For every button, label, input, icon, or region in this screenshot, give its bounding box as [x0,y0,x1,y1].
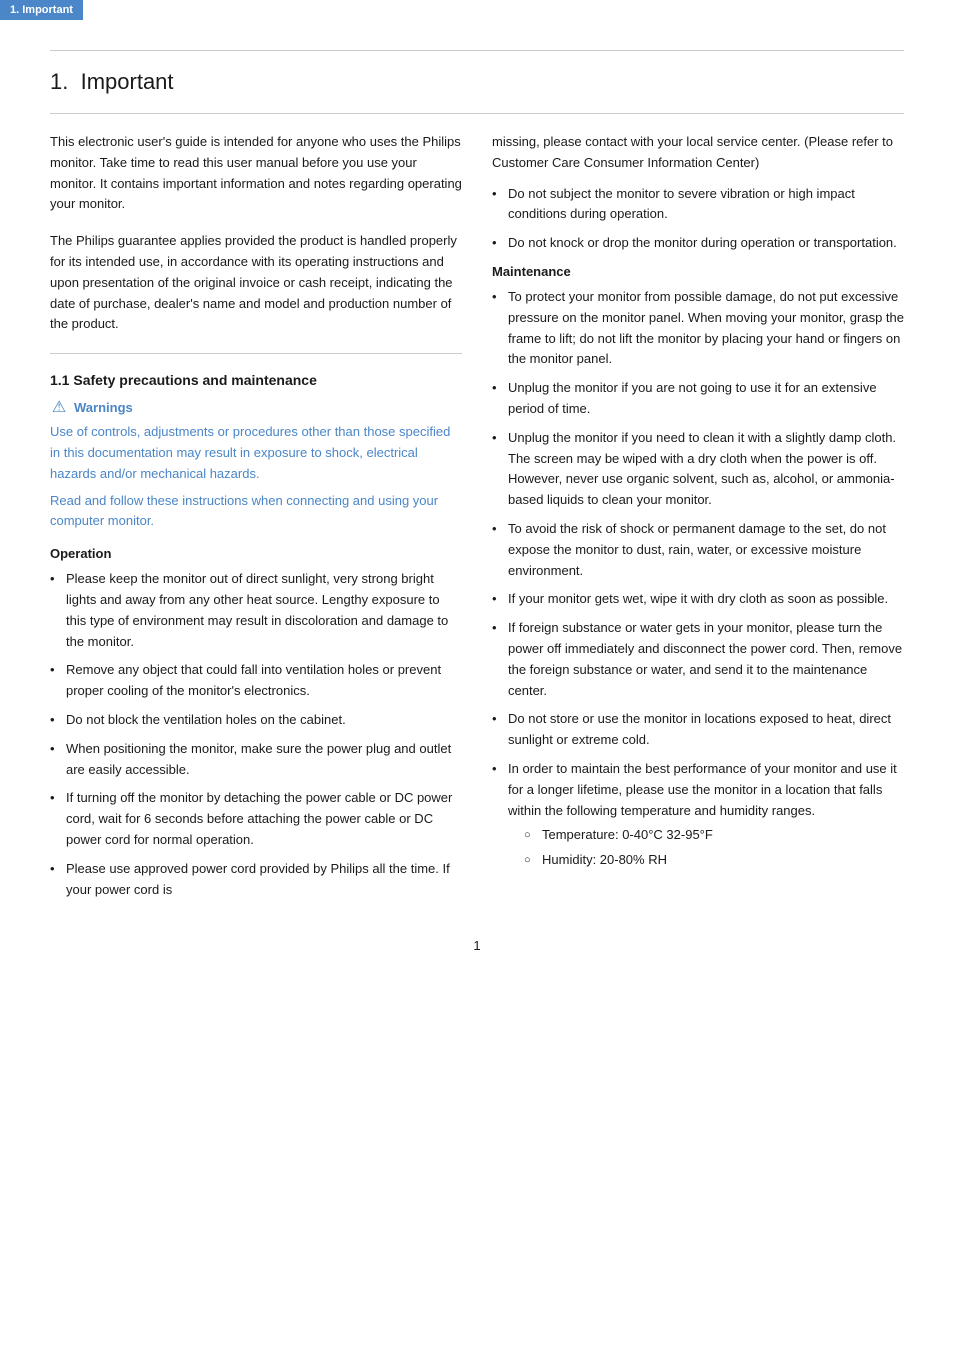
list-item: Remove any object that could fall into v… [50,660,462,702]
top-divider [50,50,904,51]
after-power-list: Do not subject the monitor to severe vib… [492,184,904,254]
warnings-text2: Read and follow these instructions when … [50,491,462,533]
list-item: If your monitor gets wet, wipe it with d… [492,589,904,610]
section-divider [50,353,462,354]
right-column: missing, please contact with your local … [492,132,904,908]
list-item: When positioning the monitor, make sure … [50,739,462,781]
list-item: Please keep the monitor out of direct su… [50,569,462,652]
warnings-heading: ⚠ Warnings [50,398,462,416]
warnings-block: ⚠ Warnings Use of controls, adjustments … [50,398,462,532]
warnings-label: Warnings [74,400,133,415]
list-item: Unplug the monitor if you are not going … [492,378,904,420]
intro-paragraph2: The Philips guarantee applies provided t… [50,231,462,335]
list-item: Do not knock or drop the monitor during … [492,233,904,254]
warnings-text1: Use of controls, adjustments or procedur… [50,422,462,484]
warning-icon: ⚠ [50,398,68,416]
list-item: Do not block the ventilation holes on th… [50,710,462,731]
tab-bar: 1. Important [0,0,954,20]
section-title: 1. Important [50,69,904,95]
list-item: In order to maintain the best performanc… [492,759,904,875]
sub-list: Temperature: 0-40°C 32-95°F Humidity: 20… [524,825,904,871]
list-item: If foreign substance or water gets in yo… [492,618,904,701]
title-divider [50,113,904,114]
maintenance-list: To protect your monitor from possible da… [492,287,904,875]
list-item: If turning off the monitor by detaching … [50,788,462,850]
sub-list-item: Humidity: 20-80% RH [524,850,904,871]
list-item: To avoid the risk of shock or permanent … [492,519,904,581]
power-cord-continued: missing, please contact with your local … [492,132,904,174]
list-item: Unplug the monitor if you need to clean … [492,428,904,511]
list-item: To protect your monitor from possible da… [492,287,904,370]
subsection-title: 1.1 Safety precautions and maintenance [50,372,462,388]
page-number: 1 [50,938,904,953]
operation-list: Please keep the monitor out of direct su… [50,569,462,900]
operation-title: Operation [50,546,462,561]
intro-paragraph1: This electronic user's guide is intended… [50,132,462,215]
list-item: Do not subject the monitor to severe vib… [492,184,904,226]
list-item: Do not store or use the monitor in locat… [492,709,904,751]
list-item: Please use approved power cord provided … [50,859,462,901]
tab-label: 1. Important [0,0,83,20]
left-column: This electronic user's guide is intended… [50,132,462,908]
sub-list-item: Temperature: 0-40°C 32-95°F [524,825,904,846]
maintenance-title: Maintenance [492,264,904,279]
